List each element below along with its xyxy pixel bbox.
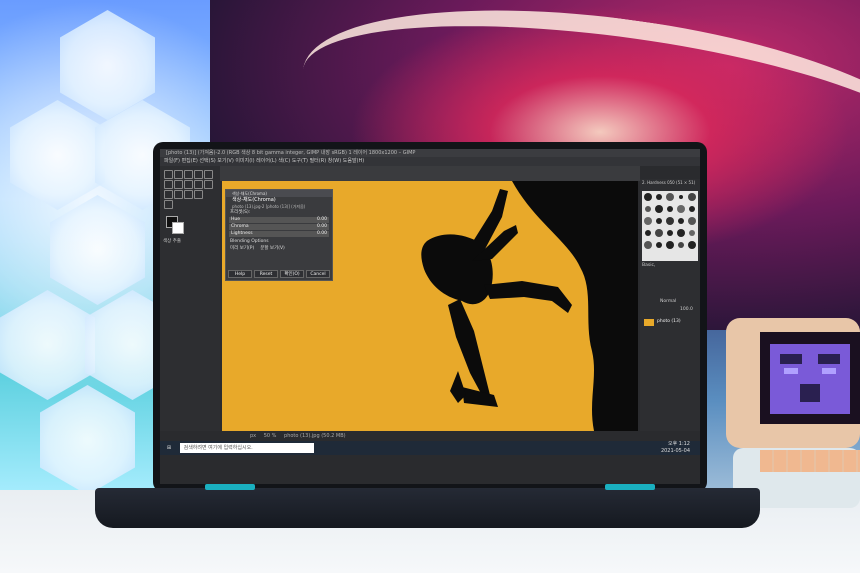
preview-row: 미리 보기(P) 분할 보기(V) [226,245,332,252]
chroma-slider[interactable]: Chroma 0.00 [229,224,329,230]
dialog-heading: 색상-채도(Chroma) [232,197,276,203]
picker-tool-icon[interactable] [194,190,203,199]
hexagon-light [40,385,135,495]
hexagon-light [0,290,95,400]
hexagon-light [50,195,145,305]
dialog-buttons: Help Reset 확인(O) Cancel [228,270,330,278]
reset-button[interactable]: Reset [254,270,278,278]
brush-tool-icon[interactable] [184,180,193,189]
lightness-label: Lightness [231,231,253,236]
lasso-tool-icon[interactable] [184,170,193,179]
zoom-select[interactable]: 50 % [264,433,277,439]
taskbar-search-input[interactable]: 검색하려면 여기에 입력하십시오. [179,442,314,453]
lightness-slider[interactable]: Lightness 0.00 [229,231,329,237]
paint-tool-icon[interactable] [174,180,183,189]
tool-options-label: 색상 추출 [163,239,181,244]
blending-options-toggle[interactable]: Blending Options [226,238,332,245]
preview-checkbox[interactable]: 미리 보기(P) [230,245,254,252]
pixel-face-icon [760,332,860,424]
file-info: photo (13).jpg (50.2 MB) [284,433,346,439]
path-tool-icon[interactable] [184,190,193,199]
wand-tool-icon[interactable] [194,170,203,179]
presets-label[interactable]: 프리셋(S): [226,209,332,216]
dialog-window-title: 색상-채도(Chroma) [226,190,332,197]
transform-tool-icon[interactable] [164,180,173,189]
ok-button[interactable]: 확인(O) [280,270,304,278]
split-view-checkbox[interactable]: 분할 보기(V) [260,245,285,252]
laptop-base [95,488,760,528]
brush-grid[interactable] [642,191,698,261]
select-tool-icon[interactable] [174,170,183,179]
background-color-swatch[interactable] [172,222,184,234]
laptop-hinge-right [605,484,655,490]
eraser-tool-icon[interactable] [194,180,203,189]
brush-filter-label: Basic, [642,263,656,268]
layer-mode[interactable]: Normal [660,299,676,304]
crop-tool-icon[interactable] [204,170,213,179]
menu-bar[interactable]: 파일(F) 편집(E) 선택(S) 보기(V) 이미지(I) 레이어(L) 색(… [160,157,700,166]
clock-date: 2021-05-04 [660,448,690,454]
clone-tool-icon[interactable] [164,190,173,199]
hue-label: Hue [231,217,241,222]
text-tool-icon[interactable] [204,180,213,189]
chroma-value[interactable]: 0.00 [317,224,327,230]
windows-taskbar: ⊞ 검색하려면 여기에 입력하십시오. 오후 1:12 2021-05-04 [160,441,700,455]
unit-select[interactable]: px [250,433,256,439]
hexagon-light [10,100,105,210]
brush-name: 2. Hardness 050 (51 × 51) [642,180,696,185]
toolbox-panel: 색상 추출 [160,166,220,431]
hue-value[interactable]: 0.00 [317,217,327,223]
brush-grid-icon [644,193,696,249]
smudge-tool-icon[interactable] [174,190,183,199]
robot-keyboard [760,450,860,472]
laptop-screen: [photo (13)] (가져옴)-2.0 (RGB 색상 8 bit gam… [160,149,700,484]
lightness-value[interactable]: 0.00 [317,231,327,237]
windows-start-icon[interactable]: ⊞ [164,441,174,455]
chroma-label: Chroma [231,224,249,229]
help-button[interactable]: Help [228,270,252,278]
clock-time: 오후 1:12 [667,441,690,447]
pixel-face-display [760,332,860,424]
chroma-dialog: 색상-채도(Chroma) 색상-채도(Chroma) photo (13).j… [225,189,333,281]
layer-opacity[interactable]: 100.0 [680,307,693,312]
cancel-button[interactable]: Cancel [306,270,330,278]
window-title: [photo (13)] (가져옴)-2.0 (RGB 색상 8 bit gam… [160,149,700,157]
zoom-tool-icon[interactable] [164,200,173,209]
hue-slider[interactable]: Hue 0.00 [229,217,329,223]
layer-thumbnail [644,319,654,326]
move-tool-icon[interactable] [164,170,173,179]
status-bar: px 50 % photo (13).jpg (50.2 MB) [160,431,700,441]
layer-name[interactable]: photo (13) [657,319,681,324]
laptop-hinge-left [205,484,255,490]
taskbar-clock: 오후 1:12 2021-05-04 [661,441,690,455]
top-ruler [220,166,640,181]
